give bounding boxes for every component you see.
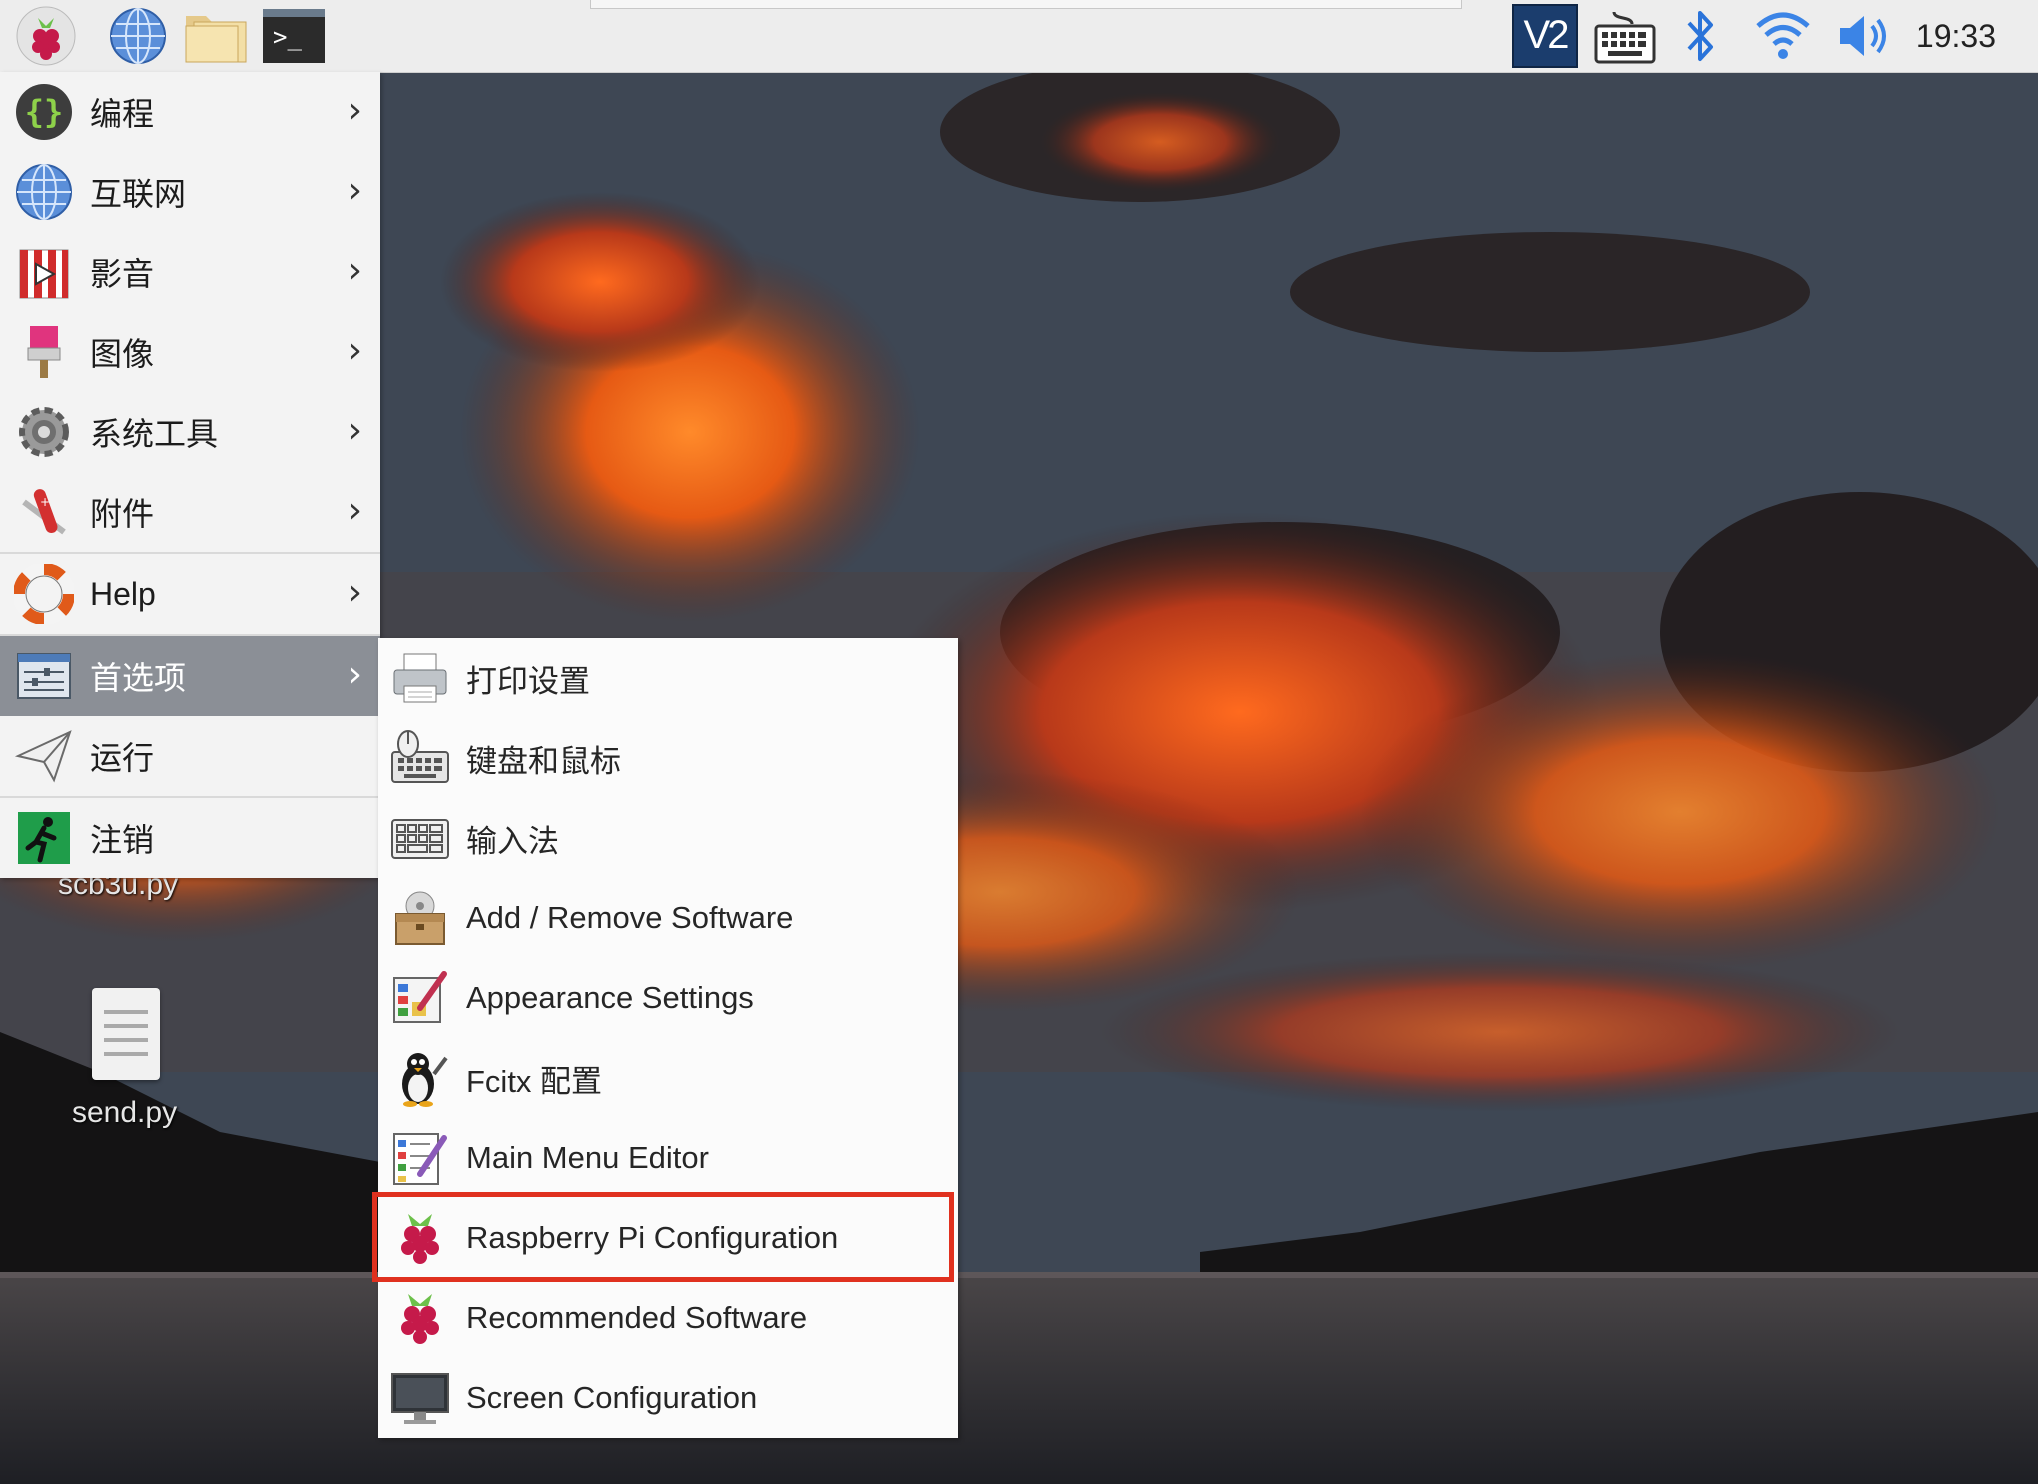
printer-icon — [388, 646, 452, 710]
chevron-right-icon: › — [347, 654, 362, 695]
menu-item-internet[interactable]: 互联网 › — [0, 152, 380, 232]
bluetooth-icon — [1687, 11, 1713, 61]
submenu-item-label: Recommended Software — [466, 1300, 808, 1335]
menu-editor-icon — [388, 1126, 452, 1190]
taskbar-window-list[interactable] — [590, 0, 1462, 9]
file-manager-button[interactable] — [184, 6, 248, 66]
chevron-right-icon: › — [347, 90, 362, 131]
submenu-item-label: 输入法 — [466, 823, 559, 859]
top-panel: >_ V2 19:33 — [0, 0, 2038, 73]
main-menu: {} 编程 › 互联网 › 影音 › 图像 › 系统工具 › + 附件 › He… — [0, 72, 380, 878]
preferences-submenu: 打印设置 键盘和鼠标 输入法 Add / Remove Software App… — [378, 638, 958, 1438]
menu-item-label: 附件 — [90, 496, 155, 532]
accessories-icon: + — [12, 480, 76, 544]
logout-icon — [12, 806, 76, 870]
python-file-icon[interactable] — [92, 988, 160, 1080]
svg-text:{}: {} — [25, 93, 64, 131]
submenu-item-label: Fcitx 配置 — [466, 1063, 603, 1099]
submenu-item-label: Screen Configuration — [466, 1380, 758, 1415]
menu-item-label: 编程 — [90, 96, 155, 132]
submenu-item-add-remove-software[interactable]: Add / Remove Software — [378, 878, 958, 958]
menu-item-run[interactable]: 运行 — [0, 716, 380, 798]
raspberry-menu-button[interactable] — [14, 6, 78, 66]
submenu-item-keyboard-mouse[interactable]: 键盘和鼠标 — [378, 718, 958, 798]
menu-item-programming[interactable]: {} 编程 › — [0, 72, 380, 152]
menu-item-system-tools[interactable]: 系统工具 › — [0, 392, 380, 472]
appearance-icon — [388, 966, 452, 1030]
submenu-item-label: Appearance Settings — [466, 980, 754, 1015]
menu-item-label: 互联网 — [90, 176, 187, 212]
vnc-label: V2 — [1523, 13, 1570, 57]
chevron-right-icon: › — [347, 490, 362, 531]
menu-item-preferences[interactable]: 首选项 › — [0, 636, 380, 716]
desktop-icon-label[interactable]: send.py — [72, 1096, 177, 1130]
sound-video-icon — [12, 240, 76, 304]
chevron-right-icon: › — [347, 572, 362, 613]
terminal-prompt: >_ — [273, 23, 302, 51]
volume-button[interactable] — [1834, 4, 1896, 68]
globe-icon — [110, 8, 166, 64]
submenu-item-screen-configuration[interactable]: Screen Configuration — [378, 1358, 958, 1438]
submenu-item-label: 键盘和鼠标 — [466, 743, 621, 779]
chevron-right-icon: › — [347, 330, 362, 371]
penguin-icon — [388, 1046, 452, 1110]
menu-item-help[interactable]: Help › — [0, 554, 380, 636]
help-icon — [12, 562, 76, 626]
menu-item-label: Help — [90, 575, 156, 612]
highlight-box — [372, 1192, 954, 1282]
run-icon — [12, 724, 76, 788]
vnc-server-button[interactable]: V2 — [1510, 4, 1580, 68]
graphics-icon — [12, 320, 76, 384]
menu-item-label: 运行 — [90, 740, 155, 776]
keyboard-tray-button[interactable] — [1592, 4, 1658, 68]
submenu-item-label: Main Menu Editor — [466, 1140, 709, 1175]
menu-item-logout[interactable]: 注销 — [0, 798, 380, 878]
menu-item-sound-video[interactable]: 影音 › — [0, 232, 380, 312]
monitor-icon — [388, 1366, 452, 1430]
chevron-right-icon: › — [347, 250, 362, 291]
submenu-item-label: Add / Remove Software — [466, 900, 794, 935]
software-box-icon — [388, 886, 452, 950]
terminal-icon: >_ — [263, 9, 325, 63]
bluetooth-button[interactable] — [1676, 4, 1726, 68]
menu-item-label: 注销 — [90, 822, 155, 858]
programming-icon: {} — [12, 80, 76, 144]
submenu-item-main-menu-editor[interactable]: Main Menu Editor — [378, 1118, 958, 1198]
terminal-button[interactable]: >_ — [262, 6, 326, 66]
menu-item-label: 系统工具 — [90, 416, 219, 452]
submenu-item-recommended-software[interactable]: Recommended Software — [378, 1278, 958, 1358]
submenu-item-label: 打印设置 — [466, 663, 590, 699]
svg-text:+: + — [40, 495, 50, 509]
chevron-right-icon: › — [347, 410, 362, 451]
menu-item-graphics[interactable]: 图像 › — [0, 312, 380, 392]
chevron-right-icon: › — [347, 170, 362, 211]
input-method-icon — [388, 806, 452, 870]
menu-item-label: 首选项 — [90, 660, 187, 696]
wifi-icon — [1756, 12, 1810, 59]
keyboard-mouse-icon — [388, 726, 452, 790]
submenu-item-input-method[interactable]: 输入法 — [378, 798, 958, 878]
system-tools-icon — [12, 400, 76, 464]
menu-item-accessories[interactable]: + 附件 › — [0, 472, 380, 554]
submenu-item-fcitx-config[interactable]: Fcitx 配置 — [378, 1038, 958, 1118]
preferences-icon — [12, 644, 76, 708]
keyboard-icon — [1594, 11, 1656, 64]
volume-icon — [1840, 16, 1886, 56]
clock[interactable]: 19:33 — [1916, 18, 1996, 55]
web-browser-button[interactable] — [106, 6, 170, 66]
menu-item-label: 影音 — [90, 256, 155, 292]
wifi-button[interactable] — [1752, 4, 1814, 68]
menu-item-label: 图像 — [90, 336, 155, 372]
submenu-item-print-settings[interactable]: 打印设置 — [378, 638, 958, 718]
folder-icon — [185, 16, 247, 63]
vnc-icon: V2 — [1512, 4, 1578, 68]
submenu-item-appearance-settings[interactable]: Appearance Settings — [378, 958, 958, 1038]
raspberry-icon — [16, 6, 76, 66]
internet-icon — [12, 160, 76, 224]
raspberry-icon — [388, 1286, 452, 1350]
